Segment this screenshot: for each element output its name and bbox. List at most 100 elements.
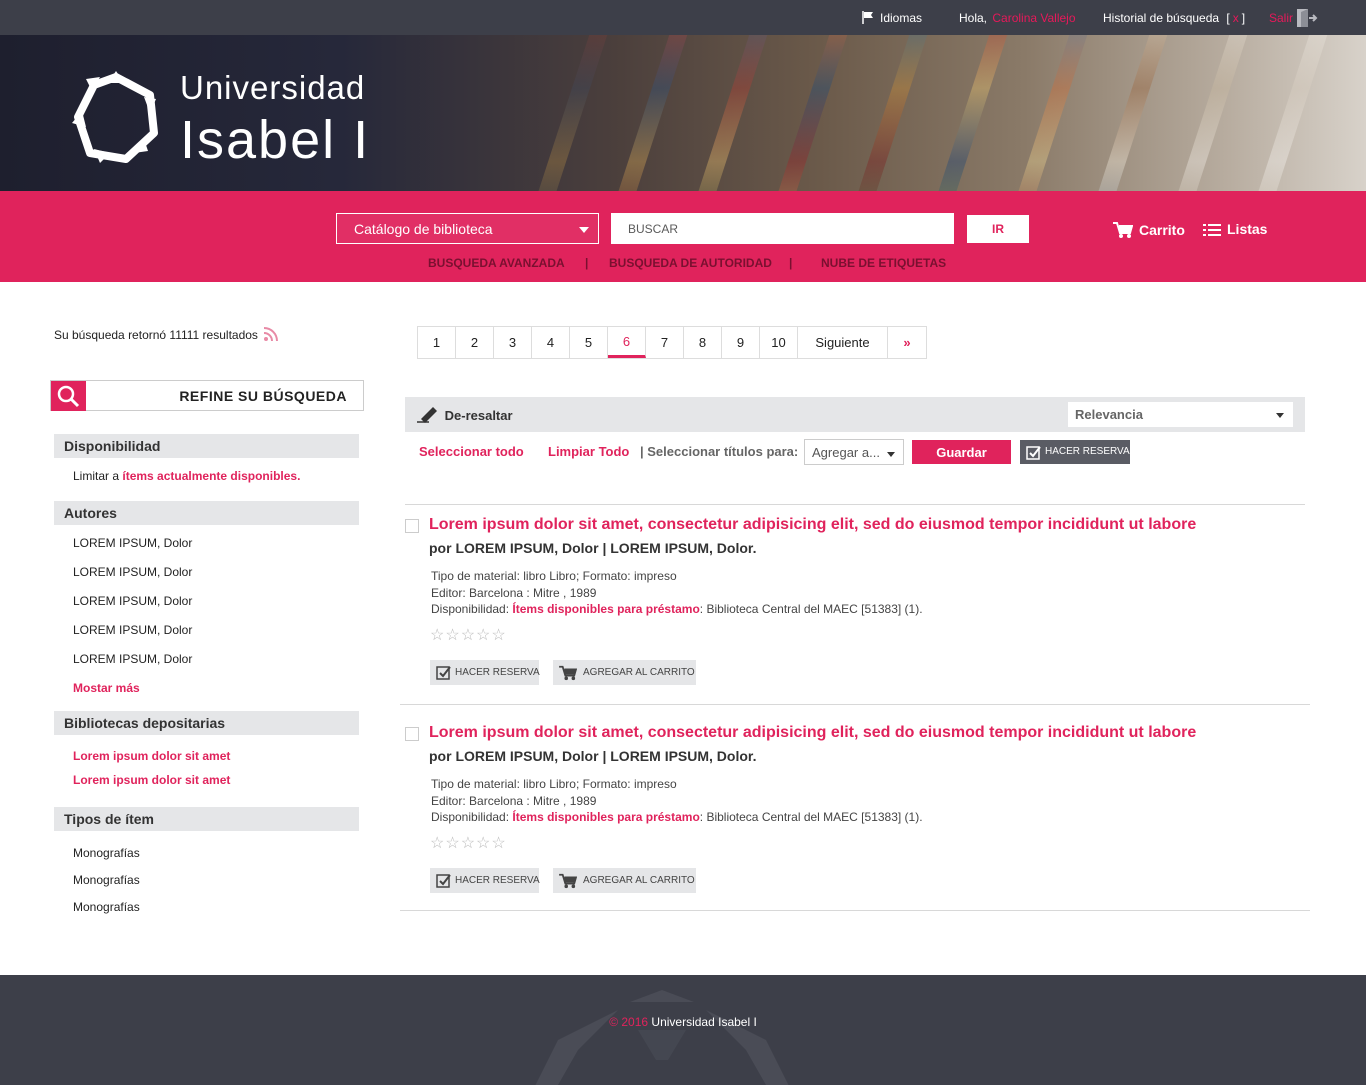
advanced-search-link[interactable]: BUSQUEDA AVANZADA: [428, 256, 565, 270]
cart-icon: [1113, 222, 1134, 238]
author-facet-item[interactable]: LOREM IPSUM, Dolor: [73, 652, 192, 666]
page-link-9[interactable]: 9: [722, 327, 760, 358]
pagination: 1 2 3 4 5 6 7 8 9 10 Siguiente »: [417, 326, 927, 359]
result-material: Tipo de material: libro Libro; Formato: …: [431, 569, 677, 583]
languages-link[interactable]: Idiomas: [862, 11, 922, 25]
select-all-link[interactable]: Seleccionar todo: [419, 444, 524, 459]
page-link-4[interactable]: 4: [532, 327, 570, 358]
search-history-link[interactable]: Historial de búsqueda: [1103, 11, 1219, 25]
caret-down-icon: [887, 452, 895, 457]
result-checkbox[interactable]: [405, 519, 419, 533]
authority-search-link[interactable]: BUSQUEDA DE AUTORIDAD: [609, 256, 772, 270]
facet-libraries-title: Bibliotecas depositarias: [54, 711, 359, 735]
add-to-cart-button[interactable]: AGREGAR AL CARRITO: [553, 868, 696, 893]
logout-link[interactable]: Salir: [1269, 11, 1293, 25]
page-link-8[interactable]: 8: [684, 327, 722, 358]
list-icon: [1203, 224, 1221, 236]
next-page-link[interactable]: Siguiente: [798, 327, 888, 358]
facet-item-types-title: Tipos de ítem: [54, 807, 359, 831]
divider: [405, 504, 1305, 505]
rss-icon[interactable]: [264, 327, 279, 341]
divider: [400, 910, 1310, 911]
page-link-1[interactable]: 1: [418, 327, 456, 358]
catalog-scope-select[interactable]: Catálogo de biblioteca: [336, 213, 599, 244]
flag-icon: [862, 11, 873, 24]
save-button[interactable]: Guardar: [912, 440, 1011, 464]
clear-history-button[interactable]: x: [1233, 11, 1239, 25]
available-items-link[interactable]: ítems actualmente disponibles.: [122, 469, 300, 483]
add-to-cart-button[interactable]: AGREGAR AL CARRITO: [553, 660, 696, 685]
search-band: Catálogo de biblioteca IR Carrito Listas…: [0, 191, 1366, 282]
hero-banner: Universidad Isabel I: [0, 35, 1366, 191]
library-facet-item[interactable]: Lorem ipsum dolor sit amet: [73, 773, 230, 787]
results-toolbar: De-resaltar Relevancia: [405, 397, 1305, 432]
author-facet-item[interactable]: LOREM IPSUM, Dolor: [73, 623, 192, 637]
facet-authors-title: Autores: [54, 501, 359, 525]
result-availability: Disponibilidad: Ítems disponibles para p…: [431, 602, 923, 616]
university-logo-watermark-icon: [535, 990, 789, 1085]
availability-link[interactable]: Ítems disponibles para préstamo: [512, 810, 699, 824]
cart-link[interactable]: Carrito: [1113, 221, 1185, 239]
show-more-authors-link[interactable]: Mostar más: [73, 681, 140, 695]
author-facet-item[interactable]: LOREM IPSUM, Dolor: [73, 594, 192, 608]
result-checkbox[interactable]: [405, 727, 419, 741]
item-type-facet-item[interactable]: Monografías: [73, 900, 140, 914]
top-bar: Idiomas Hola, Carolina Vallejo Historial…: [0, 0, 1366, 35]
caret-down-icon: [579, 227, 589, 233]
result-material: Tipo de material: libro Libro; Formato: …: [431, 777, 677, 791]
author-facet-item[interactable]: LOREM IPSUM, Dolor: [73, 565, 192, 579]
reserve-button[interactable]: HACER RESERVA: [430, 868, 540, 893]
university-logo-icon: [72, 71, 158, 163]
caret-down-icon: [1276, 413, 1284, 418]
star-rating[interactable]: ☆☆☆☆☆: [430, 833, 507, 853]
search-input[interactable]: [611, 213, 954, 244]
result-publisher: Editor: Barcelona : Mitre , 1989: [431, 794, 597, 808]
footer: © 2016 Universidad Isabel I: [0, 975, 1366, 1085]
page-link-2[interactable]: 2: [456, 327, 494, 358]
check-icon: [436, 666, 451, 680]
availability-limit: Limitar a ítems actualmente disponibles.: [73, 469, 301, 483]
author-facet-item[interactable]: LOREM IPSUM, Dolor: [73, 536, 192, 550]
facet-availability-title: Disponibilidad: [54, 434, 359, 458]
result-title-link[interactable]: Lorem ipsum dolor sit amet, consectetur …: [429, 516, 1196, 534]
brand-line-2: Isabel I: [180, 110, 371, 170]
lists-link[interactable]: Listas: [1203, 221, 1267, 238]
search-history: Historial de búsqueda [x]: [1103, 11, 1246, 25]
check-icon: [436, 874, 451, 888]
cart-icon: [559, 873, 577, 889]
search-go-button[interactable]: IR: [967, 215, 1029, 243]
search-icon[interactable]: [51, 381, 86, 411]
page-link-7[interactable]: 7: [646, 327, 684, 358]
page-link-current[interactable]: 6: [608, 327, 646, 358]
check-icon: [1026, 446, 1041, 460]
select-titles-label: | Seleccionar títulos para:: [640, 444, 799, 459]
result-availability: Disponibilidad: Ítems disponibles para p…: [431, 810, 923, 824]
user-name-link[interactable]: Carolina Vallejo: [992, 11, 1075, 25]
add-to-list-select[interactable]: Agregar a...: [804, 439, 904, 465]
page-link-10[interactable]: 10: [760, 327, 798, 358]
page-link-3[interactable]: 3: [494, 327, 532, 358]
dehighlight-button[interactable]: De-resaltar: [417, 405, 513, 423]
result-author: por LOREM IPSUM, Dolor | LOREM IPSUM, Do…: [429, 748, 757, 764]
tag-cloud-link[interactable]: NUBE DE ETIQUETAS: [821, 256, 946, 270]
bulk-reserve-button[interactable]: HACER RESERVA: [1020, 440, 1130, 464]
item-type-facet-item[interactable]: Monografías: [73, 846, 140, 860]
result-title-link[interactable]: Lorem ipsum dolor sit amet, consectetur …: [429, 724, 1196, 742]
star-rating[interactable]: ☆☆☆☆☆: [430, 625, 507, 645]
logout-icon[interactable]: [1296, 8, 1318, 28]
item-type-facet-item[interactable]: Monografías: [73, 873, 140, 887]
refine-search-title: REFINE SU BÚSQUEDA: [179, 388, 347, 404]
availability-link[interactable]: Ítems disponibles para préstamo: [512, 602, 699, 616]
sort-select[interactable]: Relevancia: [1068, 402, 1293, 427]
last-page-link[interactable]: »: [888, 327, 926, 358]
refine-search-header: REFINE SU BÚSQUEDA: [50, 380, 364, 411]
brand-line-1: Universidad: [180, 69, 366, 106]
page-link-5[interactable]: 5: [570, 327, 608, 358]
pencil-icon: [417, 407, 437, 423]
copyright: © 2016 Universidad Isabel I: [609, 1015, 757, 1029]
result-count: Su búsqueda retornó 11111 resultados: [54, 327, 279, 342]
library-facet-item[interactable]: Lorem ipsum dolor sit amet: [73, 749, 230, 763]
clear-all-link[interactable]: Limpiar Todo: [548, 444, 629, 459]
greeting: Hola, Carolina Vallejo: [959, 11, 1076, 25]
reserve-button[interactable]: HACER RESERVA: [430, 660, 540, 685]
